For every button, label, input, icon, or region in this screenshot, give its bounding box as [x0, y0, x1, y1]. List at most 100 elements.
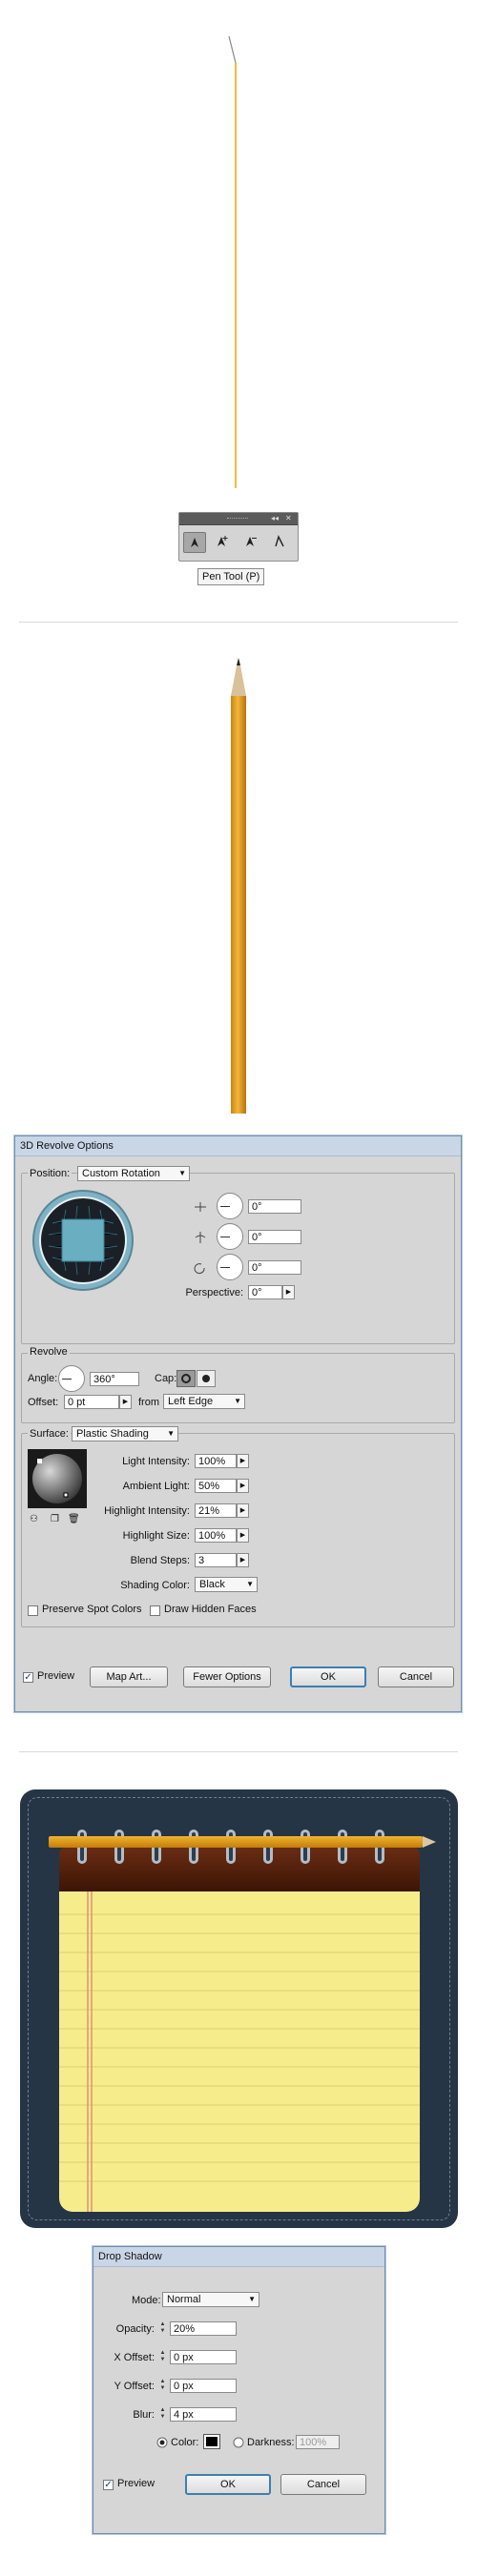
shading-color-select[interactable]: Black ▼ — [195, 1577, 258, 1592]
notepad-binding — [59, 1847, 420, 1891]
preview-checkbox[interactable]: ✓ — [103, 2480, 114, 2490]
draw-hidden-faces-checkbox[interactable] — [150, 1605, 160, 1616]
light-intensity-label: Light Intensity: — [122, 1456, 190, 1467]
position-group: Position: Custom Rotation ▼ 0° 0° 0° Pers… — [21, 1166, 455, 1344]
preview-label: Preview — [37, 1670, 75, 1682]
add-anchor-point-icon — [218, 536, 228, 546]
pencil-illustration — [231, 658, 246, 1114]
ok-button[interactable]: OK — [290, 1666, 366, 1687]
cancel-button[interactable]: Cancel — [378, 1666, 454, 1687]
perspective-field[interactable]: 0° — [248, 1285, 282, 1299]
section-divider — [19, 1751, 458, 1752]
perspective-slider-button[interactable]: ▶ — [282, 1285, 295, 1299]
map-art-button[interactable]: Map Art... — [90, 1666, 168, 1687]
y-offset-stepper[interactable]: ▲ ▼ — [158, 2379, 167, 2393]
pen-icon — [191, 538, 198, 547]
offset-field[interactable]: 0 pt — [64, 1395, 119, 1409]
draw-hidden-faces-label: Draw Hidden Faces — [164, 1604, 257, 1615]
ambient-light-slider-button[interactable]: ▶ — [237, 1479, 249, 1493]
angle-dial[interactable] — [58, 1365, 85, 1392]
fewer-options-button[interactable]: Fewer Options — [183, 1666, 271, 1687]
from-select[interactable]: Left Edge ▼ — [163, 1394, 245, 1409]
opacity-field[interactable]: 20% — [170, 2321, 237, 2336]
light-intensity-slider-button[interactable]: ▶ — [237, 1454, 249, 1468]
position-label: Position: — [28, 1168, 73, 1179]
z-rotation-field[interactable]: 0° — [248, 1260, 301, 1275]
cap-off-button[interactable] — [197, 1370, 216, 1387]
collapse-icon[interactable]: ◂◂ — [271, 514, 279, 523]
ambient-light-label: Ambient Light: — [122, 1481, 190, 1492]
y-rotation-dial[interactable] — [217, 1223, 243, 1250]
grip-icon[interactable] — [227, 518, 248, 521]
ambient-light-field[interactable]: 50% — [195, 1479, 237, 1493]
move-light-to-back-icon[interactable]: ⚇ — [30, 1514, 38, 1524]
dialog-title: 3D Revolve Options — [15, 1136, 461, 1156]
perspective-label: Perspective: — [185, 1287, 243, 1298]
surface-select[interactable]: Plastic Shading ▼ — [72, 1426, 178, 1441]
new-light-icon[interactable]: ❐ — [51, 1514, 59, 1524]
surface-group: Surface: Plastic Shading ▼ ⚇ ❐ 🗑 Light In… — [21, 1426, 455, 1627]
add-anchor-point-button[interactable] — [212, 532, 233, 551]
light-intensity-field[interactable]: 100% — [195, 1454, 237, 1468]
cancel-button[interactable]: Cancel — [280, 2474, 366, 2495]
x-rotation-field[interactable]: 0° — [248, 1199, 301, 1214]
opacity-stepper[interactable]: ▲ ▼ — [158, 2321, 167, 2336]
opacity-label: Opacity: — [115, 2323, 155, 2335]
highlight-size-slider-button[interactable]: ▶ — [237, 1528, 249, 1543]
surface-select-value: Plastic Shading — [76, 1428, 149, 1440]
x-offset-field[interactable]: 0 px — [170, 2350, 237, 2364]
preview-checkbox[interactable]: ✓ — [23, 1672, 33, 1683]
cap-on-button[interactable] — [176, 1370, 196, 1387]
pen-tool-tooltip: Pen Tool (P) — [197, 568, 265, 585]
blend-steps-slider-button[interactable]: ▶ — [237, 1553, 249, 1567]
chevron-down-icon: ▼ — [246, 1580, 254, 1588]
color-label: Color: — [171, 2437, 199, 2448]
pen-tool-button[interactable] — [183, 532, 206, 553]
delete-anchor-point-icon — [246, 537, 257, 546]
rotation-trackball[interactable] — [31, 1189, 135, 1292]
y-rotation-field[interactable]: 0° — [248, 1230, 301, 1244]
shadow-color-swatch[interactable] — [203, 2434, 220, 2449]
blend-steps-label: Blend Steps: — [130, 1555, 190, 1566]
highlight-size-label: Highlight Size: — [122, 1530, 190, 1542]
delete-anchor-point-button[interactable] — [240, 532, 261, 551]
preserve-spot-colors-checkbox[interactable] — [28, 1605, 38, 1616]
pen-path-drawing — [228, 35, 237, 488]
darkness-radio[interactable] — [233, 2437, 244, 2448]
blend-steps-field[interactable]: 3 — [195, 1553, 237, 1567]
color-radio[interactable] — [156, 2437, 168, 2448]
shading-color-label: Shading Color: — [120, 1580, 190, 1591]
position-select[interactable]: Custom Rotation ▼ — [77, 1166, 190, 1181]
highlight-size-field[interactable]: 100% — [195, 1528, 237, 1543]
lighting-sphere-preview[interactable] — [28, 1449, 87, 1508]
angle-label: Angle: — [28, 1373, 58, 1384]
mode-select-value: Normal — [167, 2294, 201, 2305]
highlight-intensity-label: Highlight Intensity: — [104, 1505, 190, 1517]
mode-select[interactable]: Normal ▼ — [162, 2292, 259, 2307]
panel-titlebar[interactable]: ◂◂ ✕ — [179, 513, 298, 525]
blur-field[interactable]: 4 px — [170, 2407, 237, 2422]
x-rotation-dial[interactable] — [217, 1193, 243, 1219]
rotate-y-axis-icon — [195, 1232, 206, 1243]
blur-stepper[interactable]: ▲ ▼ — [158, 2407, 167, 2422]
revolve-group-label: Revolve — [28, 1346, 70, 1358]
z-rotation-dial[interactable] — [217, 1254, 243, 1280]
angle-field[interactable]: 360° — [90, 1372, 139, 1386]
delete-light-icon[interactable]: 🗑 — [68, 1514, 80, 1524]
chevron-down-icon: ▼ — [248, 2295, 256, 2303]
x-offset-stepper[interactable]: ▲ ▼ — [158, 2350, 167, 2364]
dialog-title: Drop Shadow — [93, 2247, 384, 2267]
convert-anchor-point-button[interactable] — [269, 532, 290, 551]
shading-color-select-value: Black — [199, 1579, 225, 1590]
pencil-on-binding — [49, 1836, 436, 1848]
offset-slider-button[interactable]: ▶ — [119, 1395, 132, 1409]
highlight-intensity-field[interactable]: 21% — [195, 1503, 237, 1518]
notepad-icon-illustration — [20, 1789, 458, 2228]
close-icon[interactable]: ✕ — [285, 514, 292, 523]
highlight-intensity-slider-button[interactable]: ▶ — [237, 1503, 249, 1518]
y-offset-field[interactable]: 0 px — [170, 2379, 237, 2393]
section-divider — [19, 622, 458, 623]
ok-button[interactable]: OK — [185, 2474, 271, 2495]
rotate-z-axis-icon — [194, 1263, 205, 1275]
chevron-down-icon: ▼ — [178, 1169, 186, 1177]
